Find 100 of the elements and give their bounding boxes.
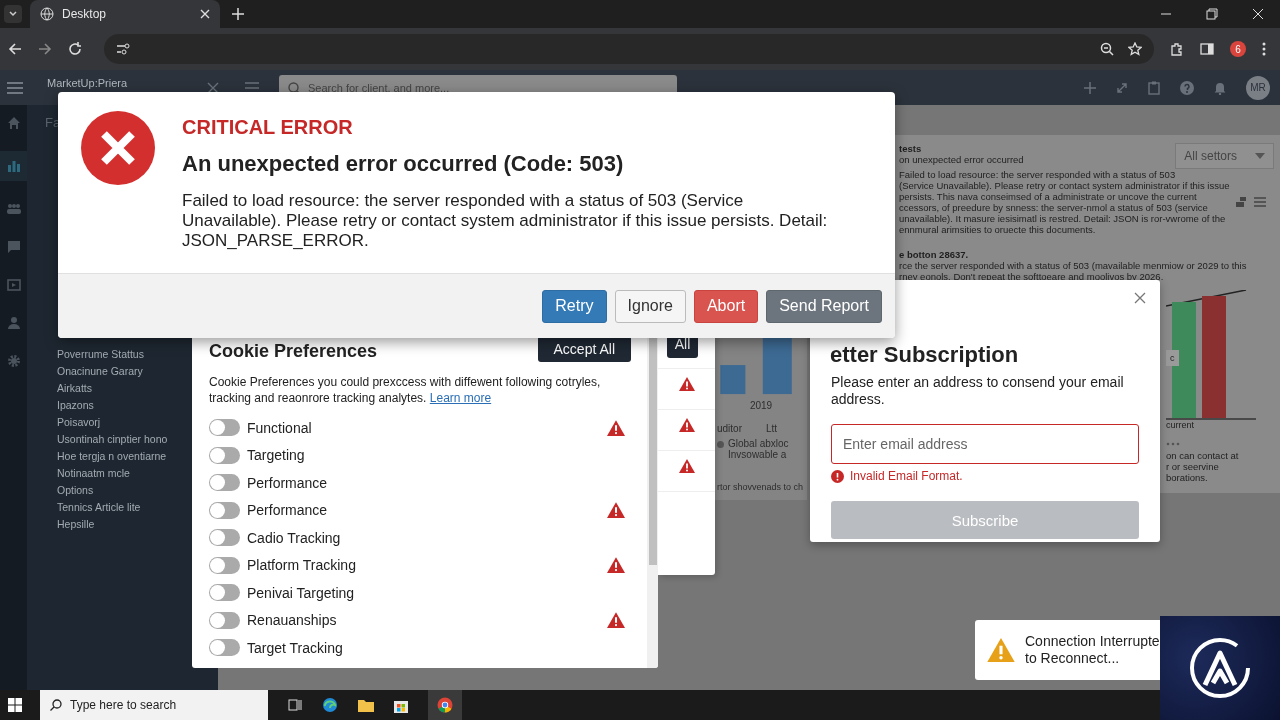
nav-item[interactable]	[0, 151, 27, 181]
toggle-switch[interactable]	[209, 584, 240, 602]
extensions-icon[interactable]	[1170, 42, 1184, 56]
cookie-category: Performance	[247, 502, 329, 519]
sidebar-item[interactable]: Hepsille	[57, 518, 95, 530]
cookie-category: Target Tracking	[247, 639, 344, 656]
people-icon	[5, 203, 22, 215]
error-severity: CRITICAL ERROR	[182, 116, 354, 139]
task-view-icon[interactable]	[288, 699, 302, 711]
browser-icon	[437, 697, 453, 713]
legend-dot	[717, 441, 724, 448]
cookie-category: Renauanships	[247, 612, 338, 629]
taskbar-app-button[interactable]	[428, 690, 462, 720]
windows-start-icon[interactable]	[8, 698, 22, 712]
report-text: rce the server responded with a status of 503 (mavailable menmiow or 2029 to this	[899, 260, 1248, 271]
folder-icon[interactable]	[358, 698, 374, 712]
collapse-icon[interactable]	[207, 81, 219, 94]
sidebar-item[interactable]: Tennics Article lite	[57, 501, 141, 513]
sidebar-item[interactable]: Notinaatm mcle	[57, 467, 130, 479]
report-text: tests	[899, 143, 923, 154]
side-panel-icon[interactable]	[1200, 42, 1214, 56]
cookie-category: Cadio Tracking	[247, 529, 342, 546]
more-icon[interactable]	[1262, 42, 1266, 56]
restore-icon[interactable]	[1206, 8, 1218, 20]
report-text: (Service Unavailable). Please retry or contact system administrator if this issue	[899, 180, 1230, 191]
report-heading: e botton 28637.	[899, 249, 970, 260]
toggle-switch[interactable]	[209, 639, 240, 657]
cookie-description: Cookie Preferences you could prexccess with diffewent following cotryles, tracking and reaonrore tracking analytes. Learn more	[209, 374, 602, 406]
toggle-switch[interactable]	[209, 501, 240, 519]
learn-more-link[interactable]: Learn more	[429, 391, 492, 405]
menu-icon[interactable]	[1254, 197, 1266, 207]
legend-text: Global abxloc	[728, 438, 789, 449]
site-settings-icon[interactable]	[116, 43, 130, 55]
report-text: ccessors, of preedure by snness: the server-nmol a status of 503 (service	[899, 202, 1209, 213]
tab-list-button[interactable]	[4, 5, 22, 23]
toggle-switch[interactable]	[209, 419, 240, 437]
report-text: on can contact at	[1166, 450, 1240, 461]
new-tab-icon[interactable]	[232, 8, 244, 20]
back-icon[interactable]	[8, 42, 22, 56]
report-text: r or seervine	[1166, 461, 1220, 472]
star-icon[interactable]	[1128, 42, 1142, 56]
sidebar-item[interactable]: Options	[57, 484, 94, 496]
toggle-switch[interactable]	[209, 474, 240, 492]
axis-label: current	[1166, 420, 1195, 430]
dialog-button[interactable]: Ignore	[614, 289, 686, 323]
axis-label: 2019	[749, 400, 773, 411]
browser-icon[interactable]	[322, 697, 338, 713]
report-text: Failed to load resource: the server responded with a status of 503	[899, 169, 1177, 180]
zoom-icon[interactable]	[1100, 42, 1114, 56]
help-icon[interactable]	[1180, 80, 1194, 95]
sidebar-item[interactable]: Poverrume Stattus	[57, 348, 144, 360]
sidebar-item[interactable]: Poisavorj	[57, 416, 101, 428]
sidebar-item[interactable]: Onacinune Garary	[57, 365, 143, 377]
accept-all-button[interactable]: Accept All	[537, 336, 631, 362]
sidebar-item[interactable]: Hoe tergja n oventiarne	[57, 450, 167, 462]
dialog-description: Please enter an address to consend your email address.	[831, 374, 1125, 408]
globe-icon	[40, 7, 54, 21]
reload-icon[interactable]	[68, 42, 82, 56]
clipboard-icon[interactable]	[1148, 80, 1160, 95]
dialog-button[interactable]: Send Report	[766, 289, 882, 323]
sidebar-item[interactable]: Airkatts	[57, 382, 92, 394]
toggle-switch[interactable]	[209, 556, 240, 574]
bar-chart-icon	[6, 159, 21, 173]
forward-icon[interactable]	[38, 42, 52, 56]
user-icon	[6, 316, 21, 330]
report-text: unavailable). It masure iesisimatl is restred. Detail: JSON is ror-vwrome of the	[899, 213, 1227, 224]
report-text: borations.	[1166, 472, 1209, 483]
sidebar-item[interactable]: Usontinah cinptier hono	[57, 433, 168, 445]
menu-icon[interactable]	[7, 81, 23, 94]
email-field[interactable]: Enter email address	[831, 424, 1139, 464]
toggle-switch[interactable]	[209, 529, 240, 547]
add-icon[interactable]	[1084, 81, 1096, 94]
cookie-category: Penivai Targeting	[247, 584, 356, 601]
toggle-switch[interactable]	[209, 446, 240, 464]
browser-tab[interactable]: Desktop	[30, 0, 220, 28]
column-header: Ltt	[766, 423, 778, 434]
error-icon	[831, 469, 844, 483]
layout-icon[interactable]	[1236, 197, 1246, 207]
report-text: persists. This nava conseimsed of a administrate or uncove the current	[899, 191, 1198, 202]
dialog-button[interactable]: Retry	[542, 289, 607, 323]
panel-title: Cookie Preferences	[209, 341, 378, 362]
extension-badge[interactable]: 6	[1230, 41, 1246, 57]
logo-icon	[1189, 637, 1251, 699]
taskbar-search-field[interactable]: Type here to search	[40, 690, 268, 720]
toggle-switch[interactable]	[209, 611, 240, 629]
settings-icon	[6, 354, 21, 368]
error-icon	[80, 110, 156, 186]
dialog-title: etter Subscription	[830, 342, 1020, 368]
sidebar-item[interactable]: Ipazons	[57, 399, 94, 411]
bell-icon[interactable]	[1214, 80, 1226, 95]
toast-message: Connection Interrupte	[1025, 633, 1160, 650]
app-title: MarketUp:Priera	[47, 77, 129, 89]
warning-icon	[987, 638, 1015, 662]
dialog-button[interactable]: Abort	[693, 289, 759, 323]
search-icon	[50, 699, 62, 711]
cookie-category: Platform Tracking	[247, 557, 357, 574]
chart-tooltip: c	[1166, 350, 1179, 366]
cookie-category: Targeting	[247, 447, 306, 464]
column-header: uditor	[717, 423, 742, 434]
caret-icon	[8, 9, 18, 19]
